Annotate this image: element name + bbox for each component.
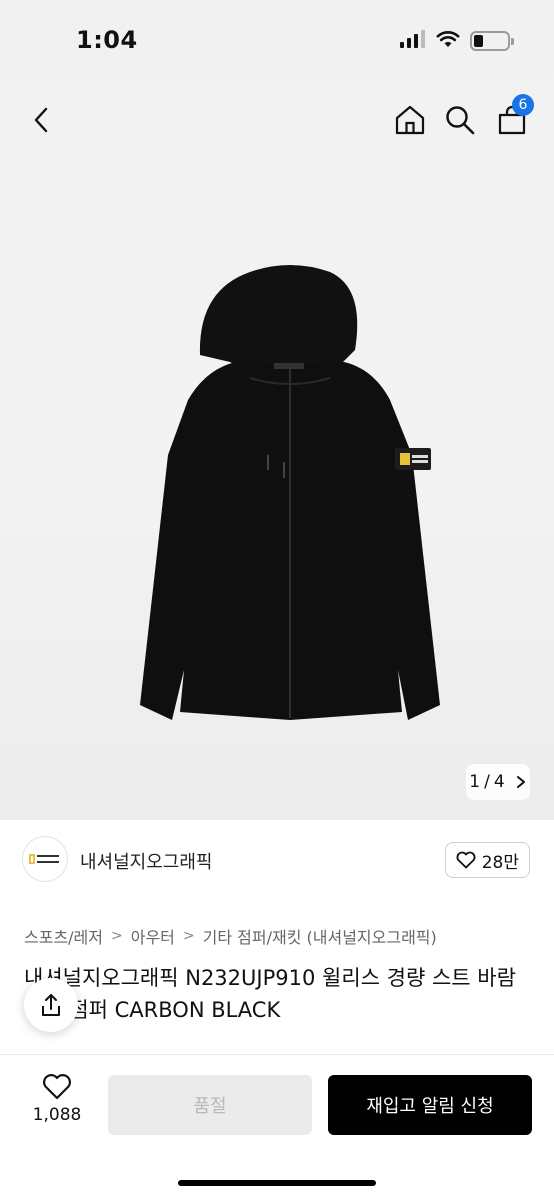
brand-name[interactable]: 내셔널지오그래픽 xyxy=(80,848,212,874)
chevron-right-icon xyxy=(516,776,525,788)
product-like-count: 1,088 xyxy=(32,1105,82,1125)
back-button[interactable] xyxy=(20,96,64,144)
image-counter-total: 4 xyxy=(493,772,505,792)
breadcrumb-item[interactable]: 아우터 xyxy=(131,924,175,948)
chevron-right-icon: > xyxy=(111,928,123,944)
wifi-icon xyxy=(436,30,460,52)
status-icons xyxy=(400,30,514,52)
cart-button[interactable]: 6 xyxy=(490,94,534,144)
heart-icon xyxy=(43,1074,71,1100)
image-counter[interactable]: 1 / 4 xyxy=(466,764,530,800)
breadcrumb-item[interactable]: 기타 점퍼/재킷 (내셔널지오그래픽) xyxy=(203,924,437,948)
product-like-button[interactable]: 1,088 xyxy=(24,1073,90,1125)
product-title: 내셔널지오그래픽 N232UJP910 윌리스 경량 스트 바람막이 점퍼 CA… xyxy=(24,966,516,1022)
bottom-action-bar: 1,088 품절 재입고 알림 신청 xyxy=(0,1054,554,1200)
share-icon xyxy=(42,994,60,1016)
share-button[interactable] xyxy=(24,978,78,1032)
home-indicator xyxy=(178,1180,376,1186)
battery-icon xyxy=(470,31,514,51)
chevron-right-icon: > xyxy=(182,928,195,944)
breadcrumb: 스포츠/레저 > 아우터 > 기타 점퍼/재킷 (내셔널지오그래픽) xyxy=(24,924,437,948)
home-icon xyxy=(395,105,425,135)
image-counter-separator: / xyxy=(484,772,490,792)
home-button[interactable] xyxy=(388,96,432,144)
brand-logo[interactable] xyxy=(22,836,68,882)
breadcrumb-item[interactable]: 스포츠/레저 xyxy=(24,924,103,948)
signal-icon xyxy=(400,30,426,52)
brand-like-count: 28만 xyxy=(481,852,519,873)
top-navigation: 6 xyxy=(0,94,554,146)
brand-row: 내셔널지오그래픽 28만 xyxy=(0,836,554,886)
search-icon xyxy=(446,106,475,135)
status-time: 1:04 xyxy=(76,26,138,54)
restock-alert-button[interactable]: 재입고 알림 신청 xyxy=(328,1075,532,1135)
product-photo-jacket xyxy=(140,265,440,720)
status-bar: 1:04 xyxy=(0,0,554,84)
image-counter-current: 1 xyxy=(469,772,481,792)
brand-like-button[interactable]: 28만 xyxy=(444,842,530,878)
chevron-left-icon xyxy=(34,107,48,133)
product-image-gallery[interactable]: 1:04 6 1 / 4 xyxy=(0,0,554,820)
heart-icon xyxy=(456,851,476,869)
soldout-button: 품절 xyxy=(108,1075,312,1135)
search-button[interactable] xyxy=(438,96,482,144)
cart-count-badge: 6 xyxy=(512,94,534,116)
